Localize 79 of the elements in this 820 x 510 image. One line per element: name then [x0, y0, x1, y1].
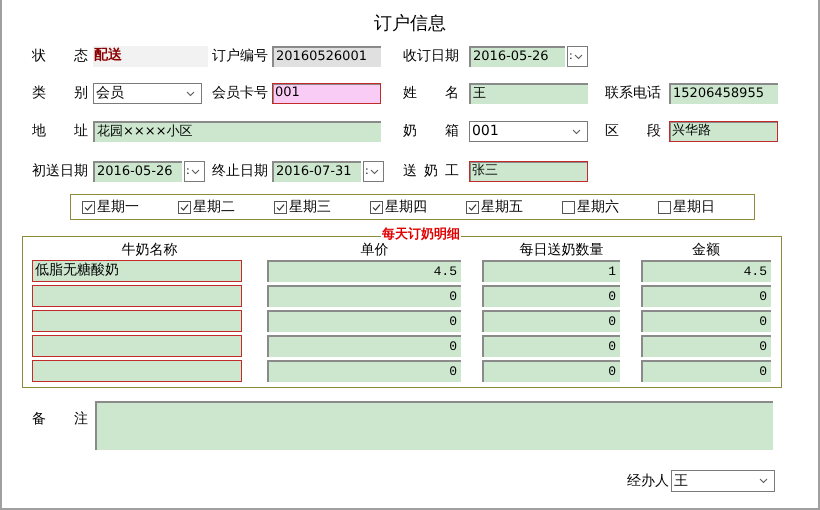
amount-field[interactable]: 0 [641, 310, 771, 332]
quantity-field[interactable]: 0 [482, 335, 620, 357]
field-label: 初送日期 [32, 162, 88, 181]
status-value: 配送 [93, 46, 208, 67]
chevron-icon [190, 168, 200, 174]
chevron-icon [759, 478, 768, 484]
field-label: 奶 箱 [403, 122, 459, 141]
weekday-checkbox[interactable]: 星期六 [562, 196, 658, 218]
field-label: 终止日期 [212, 162, 268, 181]
text-field[interactable]: 001 [272, 83, 381, 104]
checked-box-icon [466, 200, 479, 214]
text-field[interactable]: 张三 [469, 161, 588, 182]
chevron-icon [574, 54, 583, 60]
quantity-field[interactable]: 0 [482, 310, 620, 332]
text-field[interactable]: 15206458955 [669, 83, 778, 104]
chevron-icon [572, 128, 581, 134]
field-label: 类 别 [32, 84, 88, 103]
chevron-icon [186, 90, 195, 96]
amount-field[interactable]: 0 [641, 335, 771, 357]
column-header: 金额 [692, 241, 720, 260]
text-field[interactable]: 兴华路 [669, 121, 778, 142]
price-field[interactable]: 4.5 [267, 260, 461, 282]
quantity-field[interactable]: 0 [482, 360, 620, 382]
weekday-checkbox[interactable]: 星期二 [178, 196, 274, 218]
date-picker-button[interactable]: : [363, 161, 384, 182]
weekday-checkbox[interactable]: 星期四 [370, 196, 466, 218]
price-field[interactable]: 0 [267, 285, 461, 307]
field-label: 送 奶 工 [403, 162, 459, 181]
field-label: 区 段 [605, 122, 661, 141]
weekday-checkbox[interactable]: 星期三 [274, 196, 370, 218]
date-picker-button[interactable]: : [567, 46, 588, 67]
column-header: 牛奶名称 [122, 241, 178, 260]
dropdown[interactable]: 001 [469, 121, 588, 142]
date-field[interactable]: 2016-05-26 [469, 46, 565, 67]
weekday-checkbox[interactable]: 星期日 [658, 196, 754, 218]
checked-box-icon [82, 200, 95, 214]
empty-box-icon [562, 200, 575, 214]
date-picker-button[interactable]: : [184, 161, 205, 182]
price-field[interactable]: 0 [267, 335, 461, 357]
column-header: 单价 [360, 241, 388, 260]
price-field[interactable]: 0 [267, 360, 461, 382]
checked-box-icon [274, 200, 287, 214]
quantity-field[interactable]: 1 [482, 260, 620, 282]
weekday-checkbox[interactable]: 星期一 [82, 196, 178, 218]
quantity-field[interactable]: 0 [482, 285, 620, 307]
product-name-field[interactable] [32, 285, 242, 307]
product-name-field[interactable] [32, 360, 242, 382]
checked-box-icon [178, 200, 191, 214]
field-label: 地 址 [32, 122, 88, 141]
field-label: 联系电话 [605, 84, 661, 103]
field-label: 状 态 [32, 47, 88, 66]
checked-box-icon [370, 200, 383, 214]
date-field[interactable]: 2016-05-26 [93, 161, 182, 182]
text-field[interactable]: 花园××××小区 [93, 121, 381, 142]
group-title: 每天订奶明细 [381, 227, 461, 243]
field-label: 订户编号 [212, 47, 268, 66]
dropdown[interactable]: 会员 [93, 83, 202, 104]
price-field[interactable]: 0 [267, 310, 461, 332]
dropdown[interactable]: 王 [671, 470, 775, 492]
window-title: 订户信息 [374, 12, 446, 36]
product-name-field[interactable] [32, 335, 242, 357]
field-label: 备 注 [32, 410, 88, 429]
product-name-field[interactable] [32, 310, 242, 332]
column-header: 每日送奶数量 [520, 241, 604, 260]
empty-box-icon [658, 200, 671, 214]
field-label: 收订日期 [403, 47, 459, 66]
field-label: 姓 名 [403, 84, 459, 103]
product-name-field[interactable]: 低脂无糖酸奶 [32, 260, 242, 282]
field-label: 经办人 [627, 472, 669, 490]
text-field[interactable]: 王 [469, 83, 588, 104]
text-field[interactable]: 20160526001 [272, 46, 381, 67]
amount-field[interactable]: 0 [641, 360, 771, 382]
field-label: 会员卡号 [212, 84, 268, 103]
remarks-field[interactable] [95, 401, 773, 450]
amount-field[interactable]: 0 [641, 285, 771, 307]
date-field[interactable]: 2016-07-31 [272, 161, 361, 182]
weekday-checkbox[interactable]: 星期五 [466, 196, 562, 218]
chevron-icon [370, 168, 379, 174]
amount-field[interactable]: 4.5 [641, 260, 771, 282]
